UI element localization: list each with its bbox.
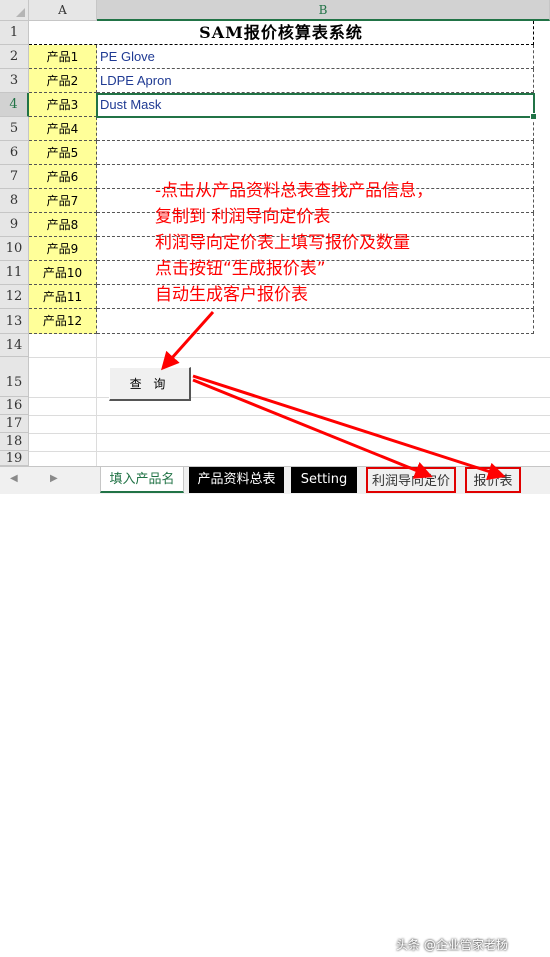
- product-label-cell[interactable]: 产品12: [29, 309, 97, 334]
- annotation-line: 点击按钮“生成报价表”: [155, 259, 326, 279]
- active-cell-selection[interactable]: [96, 93, 537, 120]
- row-header[interactable]: 9: [0, 213, 29, 237]
- row-header[interactable]: 16: [0, 397, 29, 415]
- annotation-line: 自动生成客户报价表: [155, 285, 308, 305]
- product-name-cell[interactable]: [97, 309, 534, 334]
- row-header[interactable]: 1: [0, 21, 29, 45]
- product-name-cell[interactable]: LDPE Apron: [97, 69, 534, 93]
- product-label-cell[interactable]: 产品2: [29, 69, 97, 93]
- spreadsheet-grid: A B 1 2 3 4 5 6 7 8 9 10 11 12 13 14 15 16 17 18 19 SAM报价核…: [0, 0, 550, 466]
- annotation-line: 复制到 利润导向定价表: [155, 207, 331, 227]
- select-all-corner[interactable]: [0, 0, 29, 21]
- row-header[interactable]: 2: [0, 45, 29, 69]
- row-header[interactable]: 13: [0, 309, 29, 334]
- annotation-line: -点击从产品资料总表查找产品信息，: [155, 181, 434, 201]
- row-header[interactable]: 4: [0, 93, 29, 117]
- sheet-tab-bar: ◀ ▶ 填入产品名 产品资料总表 Setting 利润导向定价 报价表 头条 @…: [0, 466, 550, 952]
- row-header[interactable]: 18: [0, 433, 29, 451]
- tab-scroll-right-icon[interactable]: ▶: [50, 473, 58, 484]
- sheet-title[interactable]: SAM报价核算表系统: [29, 21, 534, 45]
- product-label-cell[interactable]: 产品9: [29, 237, 97, 261]
- product-label-cell[interactable]: 产品3: [29, 93, 97, 117]
- row-header[interactable]: 15: [0, 357, 29, 397]
- row-header[interactable]: 19: [0, 451, 29, 466]
- product-label-cell[interactable]: 产品1: [29, 45, 97, 69]
- tab-scroll-left-icon[interactable]: ◀: [10, 473, 18, 484]
- tab-fill-product-name[interactable]: 填入产品名: [100, 467, 184, 493]
- product-name-cell[interactable]: PE Glove: [97, 45, 534, 69]
- gridline: [29, 415, 550, 416]
- column-header-a[interactable]: A: [29, 0, 97, 21]
- gridline: [29, 357, 550, 358]
- tab-profit-pricing[interactable]: 利润导向定价: [366, 467, 456, 493]
- row-header[interactable]: 17: [0, 415, 29, 433]
- watermark: 头条 @企业管家老杨: [396, 938, 508, 952]
- row-header[interactable]: 7: [0, 165, 29, 189]
- row-header[interactable]: 14: [0, 334, 29, 357]
- tab-product-master[interactable]: 产品资料总表: [189, 467, 284, 493]
- product-label-cell[interactable]: 产品8: [29, 213, 97, 237]
- tab-setting[interactable]: Setting: [291, 467, 357, 493]
- product-label-cell[interactable]: 产品11: [29, 285, 97, 309]
- gridline: [29, 433, 550, 434]
- row-header[interactable]: 10: [0, 237, 29, 261]
- product-label-cell[interactable]: 产品10: [29, 261, 97, 285]
- product-label-cell[interactable]: 产品5: [29, 141, 97, 165]
- column-header-b[interactable]: B: [97, 0, 550, 21]
- product-name-cell[interactable]: [97, 117, 534, 141]
- gridline: [29, 451, 550, 452]
- row-header[interactable]: 11: [0, 261, 29, 285]
- gridline: [96, 334, 97, 466]
- product-name-cell[interactable]: [97, 141, 534, 165]
- row-header[interactable]: 5: [0, 117, 29, 141]
- tab-quotation[interactable]: 报价表: [465, 467, 521, 493]
- annotation-line: 利润导向定价表上填写报价及数量: [155, 233, 410, 253]
- product-label-cell[interactable]: 产品6: [29, 165, 97, 189]
- query-button[interactable]: 查 询: [109, 367, 191, 401]
- gridline: [29, 397, 550, 398]
- product-label-cell[interactable]: 产品4: [29, 117, 97, 141]
- instruction-annotation: -点击从产品资料总表查找产品信息， 复制到 利润导向定价表 利润导向定价表上填写…: [155, 178, 433, 308]
- product-label-cell[interactable]: 产品7: [29, 189, 97, 213]
- row-header[interactable]: 8: [0, 189, 29, 213]
- row-header[interactable]: 6: [0, 141, 29, 165]
- row-header[interactable]: 3: [0, 69, 29, 93]
- row-header[interactable]: 12: [0, 285, 29, 309]
